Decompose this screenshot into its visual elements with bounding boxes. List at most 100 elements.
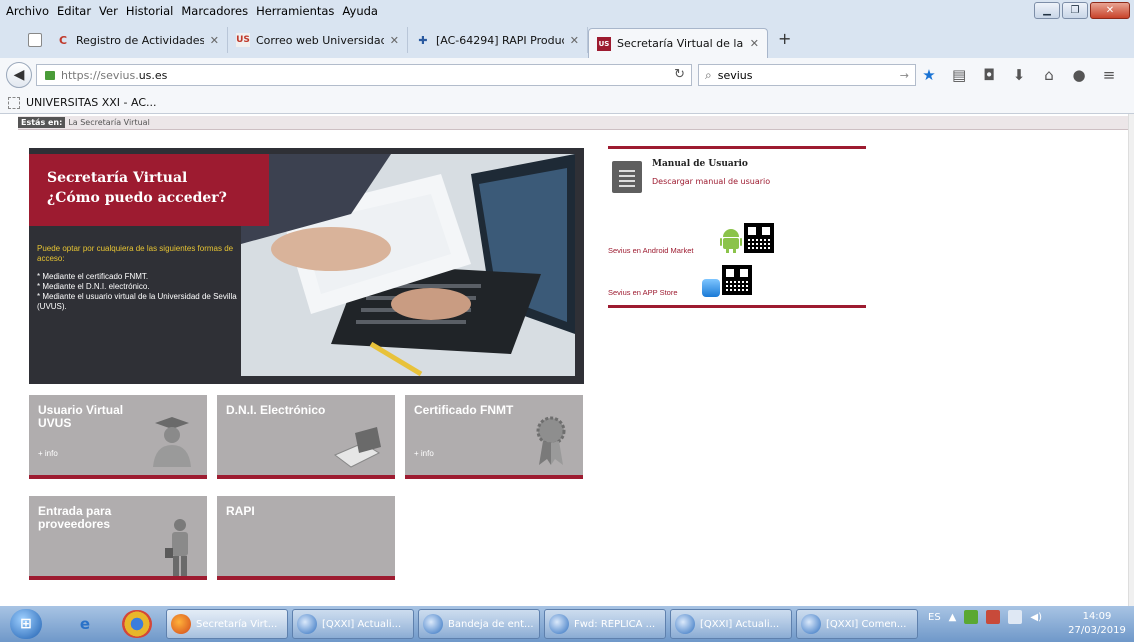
tile-dni[interactable]: D.N.I. Electrónico [217,395,395,479]
graduate-icon [153,417,191,467]
taskbar-window-thunderbird[interactable]: Bandeja de ent... [418,609,540,639]
tab-title: [AC-64294] RAPI Producci... [436,33,564,47]
minimize-button[interactable]: ▁ [1034,2,1060,19]
tile-title: D.N.I. Electrónico [226,403,326,417]
app-store-link[interactable]: Sevius en APP Store [608,288,678,297]
chrome-icon[interactable] [122,610,152,638]
android-market-link[interactable]: Sevius en Android Market [608,246,693,255]
taskbar-window-thunderbird[interactable]: [QXXI] Comen... [796,609,918,639]
display-icon[interactable] [1008,610,1023,624]
taskbar-window-firefox[interactable]: Secretaría Virt... [166,609,288,639]
breadcrumb-label: Estás en: [18,117,66,128]
taskbar-clock[interactable]: 14:09 27/03/2019 [1066,610,1128,638]
thunderbird-icon [297,614,317,634]
url-bar[interactable]: https://sevius.us.es ↻ [36,64,692,86]
breadcrumb-current[interactable]: La Secretaría Virtual [68,118,149,127]
tile-proveedores[interactable]: Entrada para proveedores [29,496,207,580]
id-card-reader-icon [334,427,381,468]
maximize-button[interactable]: ❐ [1062,2,1088,19]
tab-title: Correo web Universidad de... [256,33,384,47]
menu-herramientas[interactable]: Herramientas [256,4,334,18]
office-illustration [241,154,575,376]
tile-fnmt[interactable]: Certificado FNMT + info [405,395,583,479]
thunderbird-icon [801,614,821,634]
hero-options: * Mediante el certificado FNMT. * Median… [37,272,237,312]
tile-uvus[interactable]: Usuario Virtual UVUS + info [29,395,207,479]
hero-option: * Mediante el certificado FNMT. [37,272,149,281]
action-center-icon[interactable] [986,610,1001,624]
tile-rapi[interactable]: RAPI [217,496,395,580]
taskbar-window-title: [QXXI] Actuali... [322,618,402,630]
taskbar-window-title: [QXXI] Actuali... [700,618,780,630]
language-indicator[interactable]: ES [928,612,941,623]
bookmark-star-icon[interactable]: ★ [922,66,936,84]
network-icon[interactable] [964,610,979,624]
android-qr-code [744,223,774,253]
back-button[interactable]: ◀ [6,62,32,88]
tile-more-link[interactable]: + info [38,449,58,458]
tile-more-link[interactable]: + info [414,449,434,458]
show-hidden-icons[interactable]: ▲ [949,612,957,623]
search-go-icon[interactable]: → [900,69,909,82]
menu-editar[interactable]: Editar [57,4,91,18]
bookmark-universitas[interactable]: UNIVERSITAS XXI - AC... [26,96,157,109]
tab-groups-icon[interactable] [28,33,42,47]
manual-panel: Manual de Usuario Descargar manual de us… [608,146,866,308]
page-content: Estás en: La Secretaría Virtual Secretar… [0,114,1128,606]
tab-rapi[interactable]: ✚ [AC-64294] RAPI Producci... ✕ [408,27,588,53]
toolbar-icons: ★ ▤ ◘ ⬇ ⌂ ● ≡ [922,66,1116,84]
menu-ayuda[interactable]: Ayuda [342,4,378,18]
reload-icon[interactable]: ↻ [674,67,685,82]
taskbar-window-thunderbird[interactable]: Fwd: RÉPLICA ... [544,609,666,639]
tab-strip: C Registro de Actividades (D... ✕ US Cor… [0,22,1134,58]
url-text: https://sevius.us.es [61,68,168,82]
close-tab-icon[interactable]: ✕ [570,34,579,47]
bookmarks-menu-icon[interactable]: ▤ [952,66,966,84]
close-tab-icon[interactable]: ✕ [750,37,759,50]
menu-marcadores[interactable]: Marcadores [181,4,248,18]
close-tab-icon[interactable]: ✕ [210,34,219,47]
menu-historial[interactable]: Historial [126,4,174,18]
thunderbird-icon [423,614,443,634]
hero-title-line2: ¿Cómo puedo acceder? [47,190,227,206]
tab-secretaria[interactable]: US Secretaría Virtual de la Univ... ✕ [588,28,768,58]
android-icon[interactable] [720,227,742,253]
downloads-icon[interactable]: ⬇ [1012,66,1026,84]
close-window-button[interactable]: ✕ [1090,2,1130,19]
hero-intro: Puede optar por cualquiera de las siguie… [37,244,234,263]
certificate-seal-icon [536,416,566,465]
home-icon[interactable]: ⌂ [1042,66,1056,84]
taskbar-window-thunderbird[interactable]: [QXXI] Actuali... [292,609,414,639]
new-tab-button[interactable]: + [778,29,791,48]
clock-date: 27/03/2019 [1068,625,1126,636]
close-tab-icon[interactable]: ✕ [390,34,399,47]
tab-title: Secretaría Virtual de la Univ... [617,37,744,50]
tab-correo[interactable]: US Correo web Universidad de... ✕ [228,27,408,53]
taskbar-window-title: Bandeja de ent... [448,618,534,630]
download-manual-link[interactable]: Descargar manual de usuario [652,177,770,186]
menu-archivo[interactable]: Archivo [6,4,49,18]
menu-bar: Archivo Editar Ver Historial Marcadores … [0,0,1134,22]
search-bar[interactable]: ⌕ → [698,64,916,86]
navigation-bar: ◀ https://sevius.us.es ↻ ⌕ → ★ ▤ ◘ ⬇ ⌂ ●… [0,58,1134,92]
window-controls: ▁ ❐ ✕ [1034,2,1130,19]
volume-icon[interactable]: ◀) [1030,612,1042,623]
start-button[interactable]: ⊞ [10,609,42,639]
internet-explorer-icon[interactable]: e [70,610,100,638]
menu-ver[interactable]: Ver [99,4,118,18]
businessman-icon [165,519,188,576]
firefox-icon [171,614,191,634]
windows-taskbar: ⊞ e Secretaría Virt... [QXXI] Actuali...… [0,606,1134,642]
app-store-icon[interactable] [702,279,720,297]
hero-title-line1: Secretaría Virtual [47,170,188,186]
manual-title: Manual de Usuario [652,159,748,169]
search-input[interactable] [717,68,900,82]
tab-registro[interactable]: C Registro de Actividades (D... ✕ [48,27,228,53]
hamburger-menu-icon[interactable]: ≡ [1102,66,1116,84]
chat-icon[interactable]: ● [1072,66,1086,84]
pocket-icon[interactable]: ◘ [982,66,996,84]
taskbar-window-thunderbird[interactable]: [QXXI] Actuali... [670,609,792,639]
page-scrollbar[interactable] [1128,114,1134,606]
hero-option: * Mediante el usuario virtual de la Univ… [37,292,237,311]
tile-title: Usuario Virtual UVUS [38,403,124,430]
